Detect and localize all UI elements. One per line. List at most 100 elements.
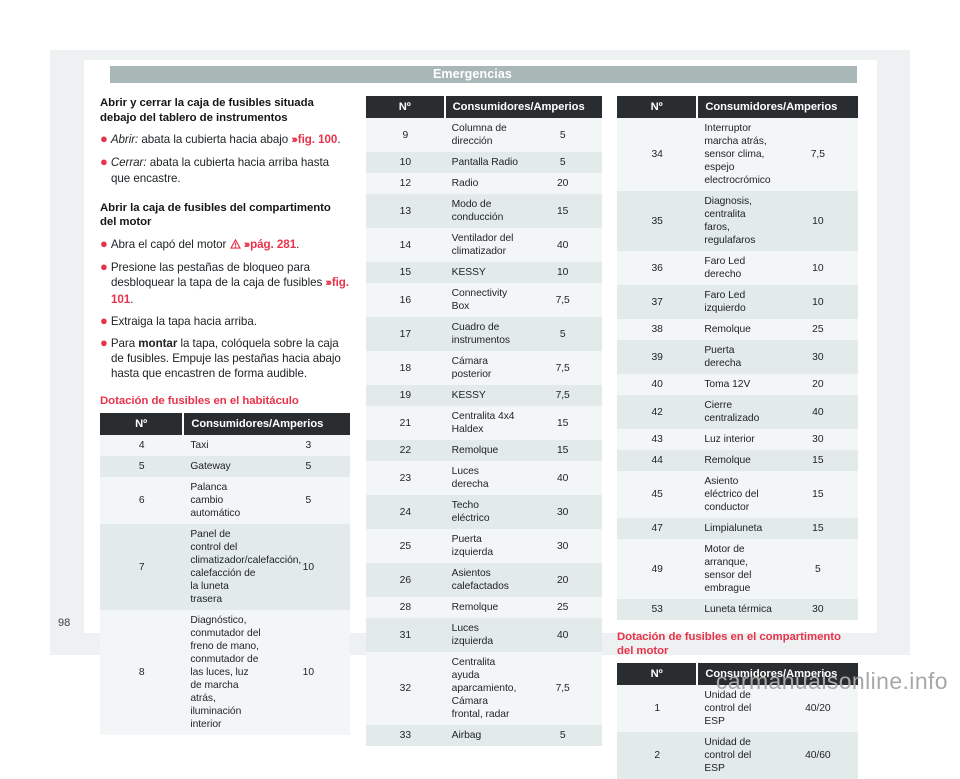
bullet-dot-icon: ● bbox=[100, 312, 108, 328]
bullet-abrir-text: abata la cubierta hacia abajo bbox=[141, 133, 289, 147]
cell-desc: Taxi bbox=[183, 435, 267, 457]
cell-amp: 7,5 bbox=[523, 385, 602, 406]
cell-amp: 10 bbox=[777, 285, 858, 319]
cell-desc: Connectivity Box bbox=[444, 283, 524, 317]
cell-num: 4 bbox=[100, 435, 184, 457]
heading-dotacion-habitaculo: Dotación de fusibles en el habitáculo bbox=[100, 394, 299, 407]
cell-desc: Modo de conducción bbox=[444, 194, 524, 228]
cell-amp: 15 bbox=[523, 194, 602, 228]
column-left: Abrir y cerrar la caja de fusibles situa… bbox=[100, 96, 350, 736]
running-head-title: Emergencias bbox=[433, 67, 512, 81]
cell-desc: Cámara posterior bbox=[444, 351, 524, 385]
bullet-extraiga-tapa: ● Extraiga la tapa hacia arriba. bbox=[100, 314, 350, 329]
cell-amp: 10 bbox=[523, 262, 602, 283]
ref-pag-281[interactable]: pág. 281 bbox=[250, 238, 296, 251]
table-row: 34 Interruptor marcha atrás, sensor clima… bbox=[617, 118, 858, 191]
table-row: 14 Ventilador del climatizador 40 bbox=[366, 228, 602, 262]
table-row: 42 Cierre centralizado 40 bbox=[617, 395, 858, 429]
table-row: 18 Cámara posterior 7,5 bbox=[366, 351, 602, 385]
table-row: 19 KESSY 7,5 bbox=[366, 385, 602, 406]
fuse-table-habitaculo-part2: Nº Consumidores/Amperios 9 Columna de dir… bbox=[366, 96, 602, 746]
cell-num: 23 bbox=[366, 461, 445, 495]
cell-num: 33 bbox=[366, 725, 445, 746]
column-middle: Nº Consumidores/Amperios 9 Columna de dir… bbox=[366, 96, 602, 746]
cell-num: 18 bbox=[366, 351, 445, 385]
cell-amp: 5 bbox=[266, 477, 350, 525]
table-row: 31 Luces izquierda 40 bbox=[366, 618, 602, 652]
cell-amp: 30 bbox=[777, 340, 858, 374]
bullet-dot-icon: ● bbox=[100, 131, 108, 147]
table-body: 1 Unidad de control del ESP 40/20 2 Unidad d… bbox=[617, 685, 858, 779]
cell-num: 31 bbox=[366, 618, 445, 652]
cell-desc: Centralita 4x4 Haldex bbox=[444, 406, 524, 440]
cell-desc: Luces izquierda bbox=[444, 618, 524, 652]
cell-amp: 10 bbox=[266, 524, 350, 611]
bullet-montar-bold: montar bbox=[138, 337, 178, 350]
column-header-consumers: Consumidores/Amperios bbox=[697, 96, 858, 118]
cell-amp: 30 bbox=[523, 529, 602, 563]
cell-num: 47 bbox=[617, 518, 698, 539]
bullet-cerrar: ● Cerrar: abata la cubierta hacia arriba … bbox=[100, 155, 350, 185]
table-row: 5 Gateway 5 bbox=[100, 456, 350, 478]
cell-num: 21 bbox=[366, 406, 445, 440]
column-header-number: Nº bbox=[366, 96, 446, 118]
column-header-consumers: Consumidores/Amperios bbox=[183, 413, 350, 436]
running-head-bar: Emergencias bbox=[110, 66, 857, 83]
bullet-abrir: ● Abrir: abata la cubierta hacia abajo ››… bbox=[100, 131, 341, 147]
table-row: 38 Remolque 25 bbox=[617, 319, 858, 340]
table-row: 23 Luces derecha 40 bbox=[366, 461, 602, 495]
bullet-dot-icon: ● bbox=[100, 335, 108, 350]
cell-amp: 20 bbox=[523, 563, 602, 597]
site-watermark: carmanualsonline.info bbox=[715, 668, 948, 694]
heading-abrir-cerrar-caja: Abrir y cerrar la caja de fusibles situa… bbox=[100, 97, 314, 124]
cell-num: 38 bbox=[617, 319, 698, 340]
fuse-table-habitaculo-part3: Nº Consumidores/Amperios 34 Interruptor m… bbox=[617, 96, 858, 620]
cell-amp: 30 bbox=[777, 599, 858, 620]
ref-fig-100[interactable]: fig. 100 bbox=[298, 133, 338, 146]
table-row: 10 Pantalla Radio 5 bbox=[366, 152, 602, 173]
cell-num: 43 bbox=[617, 429, 698, 450]
cell-desc: Airbag bbox=[444, 725, 524, 746]
cell-amp: 40 bbox=[523, 228, 602, 262]
cell-desc: Remolque bbox=[444, 597, 524, 618]
cell-desc: Asientos calefactados bbox=[444, 563, 524, 597]
table-header-row: Nº Consumidores/Amperios bbox=[366, 96, 602, 118]
cell-num: 28 bbox=[366, 597, 445, 618]
cell-num: 39 bbox=[617, 340, 698, 374]
table-row: 39 Puerta derecha 30 bbox=[617, 340, 858, 374]
cell-desc: Remolque bbox=[697, 450, 778, 471]
cell-desc: Interruptor marcha atrás, sensor clima, … bbox=[697, 118, 778, 191]
table-row: 15 KESSY 10 bbox=[366, 262, 602, 283]
table-row: 44 Remolque 15 bbox=[617, 450, 858, 471]
table-row: 13 Modo de conducción 15 bbox=[366, 194, 602, 228]
table-row: 9 Columna de dirección 5 bbox=[366, 118, 602, 152]
cell-num: 15 bbox=[366, 262, 445, 283]
cell-desc: Asiento eléctrico del conductor bbox=[697, 471, 778, 518]
bullet-presione-text: Presione las pestañas de bloqueo para de… bbox=[110, 261, 323, 290]
cell-desc: Cierre centralizado bbox=[697, 395, 778, 429]
cell-amp: 5 bbox=[523, 152, 602, 173]
table-row: 2 Unidad de control del ESP 40/60 bbox=[617, 732, 858, 779]
cell-desc: Puerta derecha bbox=[697, 340, 778, 374]
table-row: 7 Panel de control del climatizador/calef… bbox=[100, 524, 350, 611]
table-row: 28 Remolque 25 bbox=[366, 597, 602, 618]
bullet-dot-icon: ● bbox=[100, 235, 108, 251]
cell-num: 37 bbox=[617, 285, 698, 319]
heading-dotacion-motor: Dotación de fusibles en el compartimento… bbox=[617, 631, 841, 657]
bullet-abra-capo: ● Abra el capó del motor ››› pág. 281. bbox=[100, 235, 300, 251]
cell-desc: KESSY bbox=[444, 262, 524, 283]
table-row: 35 Diagnosis, centralita faros, regulafar… bbox=[617, 191, 858, 251]
cell-desc: Pantalla Radio bbox=[444, 152, 524, 173]
cell-desc: Techo eléctrico bbox=[444, 495, 524, 529]
cell-amp: 20 bbox=[523, 173, 602, 194]
cell-desc: Puerta izquierda bbox=[444, 529, 524, 563]
cell-amp: 40 bbox=[523, 618, 602, 652]
table-body: 9 Columna de dirección 5 10 Pantalla Radio 5 1… bbox=[366, 118, 602, 746]
cell-desc: Cuadro de instrumentos bbox=[444, 317, 524, 351]
cell-num: 17 bbox=[366, 317, 445, 351]
cell-amp: 5 bbox=[523, 725, 602, 746]
cell-num: 16 bbox=[366, 283, 445, 317]
table-row: 12 Radio 20 bbox=[366, 173, 602, 194]
cell-amp: 30 bbox=[777, 429, 858, 450]
table-row: 53 Luneta térmica 30 bbox=[617, 599, 858, 620]
